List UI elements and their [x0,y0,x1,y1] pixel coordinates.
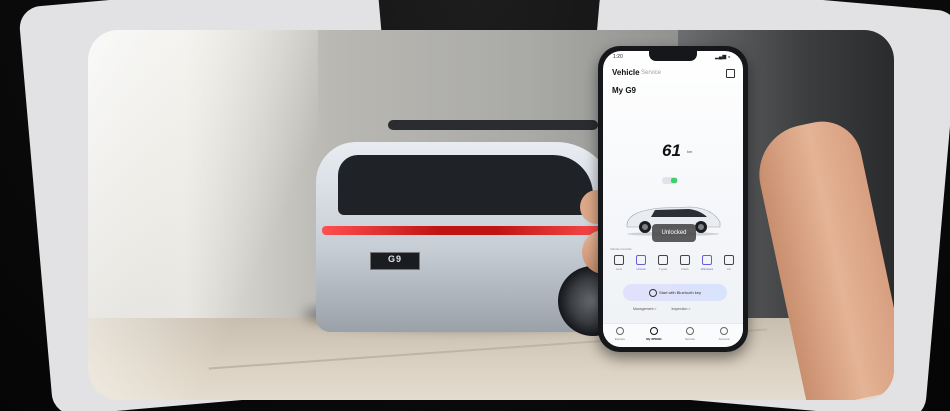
user-icon [720,327,728,335]
nav-label: Explore [614,337,626,341]
inspection-link[interactable]: Inspection > [671,307,690,311]
phone-notch [649,51,697,61]
lock-icon [614,255,624,265]
control-label: Windows [700,267,714,271]
ac-icon [724,255,734,265]
vehicle-model: My G9 [612,86,637,95]
nav-label: Account [718,337,730,341]
status-time: 1:20 [613,54,623,60]
control-label: Lock [615,267,623,271]
nav-label: Service [684,337,695,341]
car-icon [650,327,658,335]
window-icon [702,255,712,265]
bluetooth-key-label: Start with Bluetooth key [658,290,702,295]
scan-icon[interactable] [726,69,735,78]
control-label: Flash [681,267,689,271]
control-label: Unlock [636,267,646,271]
control-tailgate[interactable]: T-gate [653,255,673,271]
control-label: AC [726,267,732,271]
car-roof-rack [388,120,598,130]
control-ac[interactable]: AC [719,255,739,271]
bottom-nav: Explore My XPENG Service Account [603,323,743,347]
tailgate-icon [658,255,668,265]
sunlight [88,30,318,400]
unlock-indicator-icon [671,178,677,183]
signal-icon: ▂▄▆ ◒ [715,54,731,60]
smartphone: 1:20 ▂▄▆ ◒ Vehicle Service My G9 61 km U… [598,46,748,352]
photo-frame: G9 1:20 ▂▄▆ ◒ Vehicle Service My G9 61 k… [88,30,894,400]
tab-service[interactable]: Service [641,70,661,76]
flash-icon [680,255,690,265]
tab-vehicle[interactable]: Vehicle [612,68,640,77]
bluetooth-icon [648,288,657,297]
management-link[interactable]: Management > [633,307,656,311]
control-windows[interactable]: Windows [697,255,717,271]
vehicle-controls: Lock Unlock T-gate Flash Windows AC [609,255,743,275]
control-unlock[interactable]: Unlock [631,255,651,271]
unlock-icon [636,255,646,265]
hero-stage: G9 1:20 ▂▄▆ ◒ Vehicle Service My G9 61 k… [0,0,950,411]
service-icon [686,327,694,335]
range-unit: km [687,149,693,154]
unlocked-toast: Unlocked [652,224,696,242]
phone-screen: 1:20 ▂▄▆ ◒ Vehicle Service My G9 61 km U… [603,51,743,347]
control-lock[interactable]: Lock [609,255,629,271]
car-taillight [322,226,612,235]
car-rear-window [338,155,593,215]
nav-account[interactable]: Account [709,327,739,341]
nav-service[interactable]: Service [675,327,705,341]
compass-icon [616,327,624,335]
quick-links: Management > Inspection > [633,307,704,311]
nav-label: My XPENG [646,337,662,341]
bluetooth-key-button[interactable]: Start with Bluetooth key [623,284,727,301]
nav-explore[interactable]: Explore [605,327,635,341]
range-value: 61 [662,141,681,160]
nav-my-xpeng[interactable]: My XPENG [639,327,669,341]
control-flash[interactable]: Flash [675,255,695,271]
control-label: T-gate [658,267,668,271]
car-badge: G9 [388,254,403,264]
controls-title: Vehicle Controls [610,247,632,251]
